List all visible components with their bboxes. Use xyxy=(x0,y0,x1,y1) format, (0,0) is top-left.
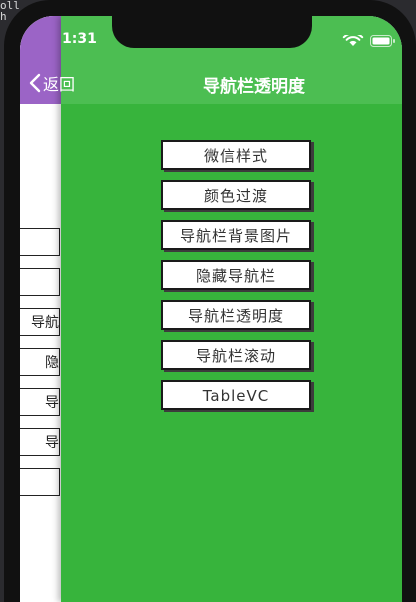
hide-nav-bar-button[interactable]: 隐藏导航栏 xyxy=(161,260,311,290)
wifi-icon xyxy=(342,35,364,46)
previous-list-item[interactable]: 导 xyxy=(20,388,60,416)
simulator-window: oll h 导航 导航 隐 导 导 1:31 xyxy=(0,0,416,602)
back-button-label: 返回 xyxy=(43,75,76,94)
nav-title: 导航栏透明度 xyxy=(203,77,305,97)
chevron-left-icon xyxy=(29,73,41,93)
previous-list-item[interactable]: 隐 xyxy=(20,348,60,376)
battery-icon xyxy=(370,35,395,47)
status-icons xyxy=(342,35,396,47)
previous-list-item[interactable] xyxy=(20,228,60,256)
table-vc-button[interactable]: TableVC xyxy=(161,380,311,410)
back-button[interactable]: 返回 xyxy=(29,71,75,95)
previous-list-item[interactable] xyxy=(20,268,60,296)
previous-list-item[interactable] xyxy=(20,468,60,496)
phone-screen: 导航 导航 隐 导 导 1:31 xyxy=(20,16,402,602)
phone-notch xyxy=(112,16,312,48)
status-time: 1:31 xyxy=(62,31,97,47)
wechat-style-button[interactable]: 微信样式 xyxy=(161,140,311,170)
color-transition-button[interactable]: 颜色过渡 xyxy=(161,180,311,210)
previous-list-item[interactable]: 导 xyxy=(20,428,60,456)
nav-bar-alpha-button[interactable]: 导航栏透明度 xyxy=(161,300,311,330)
nav-bar-scroll-button[interactable]: 导航栏滚动 xyxy=(161,340,311,370)
current-page: 导航栏透明度 微信样式 颜色过渡 导航栏背景图片 隐藏导航栏 导航栏透明度 导航… xyxy=(61,16,402,602)
menu-list: 微信样式 颜色过渡 导航栏背景图片 隐藏导航栏 导航栏透明度 导航栏滚动 Tab… xyxy=(161,140,311,420)
previous-list-item[interactable]: 导航 xyxy=(20,308,60,336)
nav-background-image-button[interactable]: 导航栏背景图片 xyxy=(161,220,311,250)
phone-frame: 导航 导航 隐 导 导 1:31 xyxy=(4,0,416,602)
